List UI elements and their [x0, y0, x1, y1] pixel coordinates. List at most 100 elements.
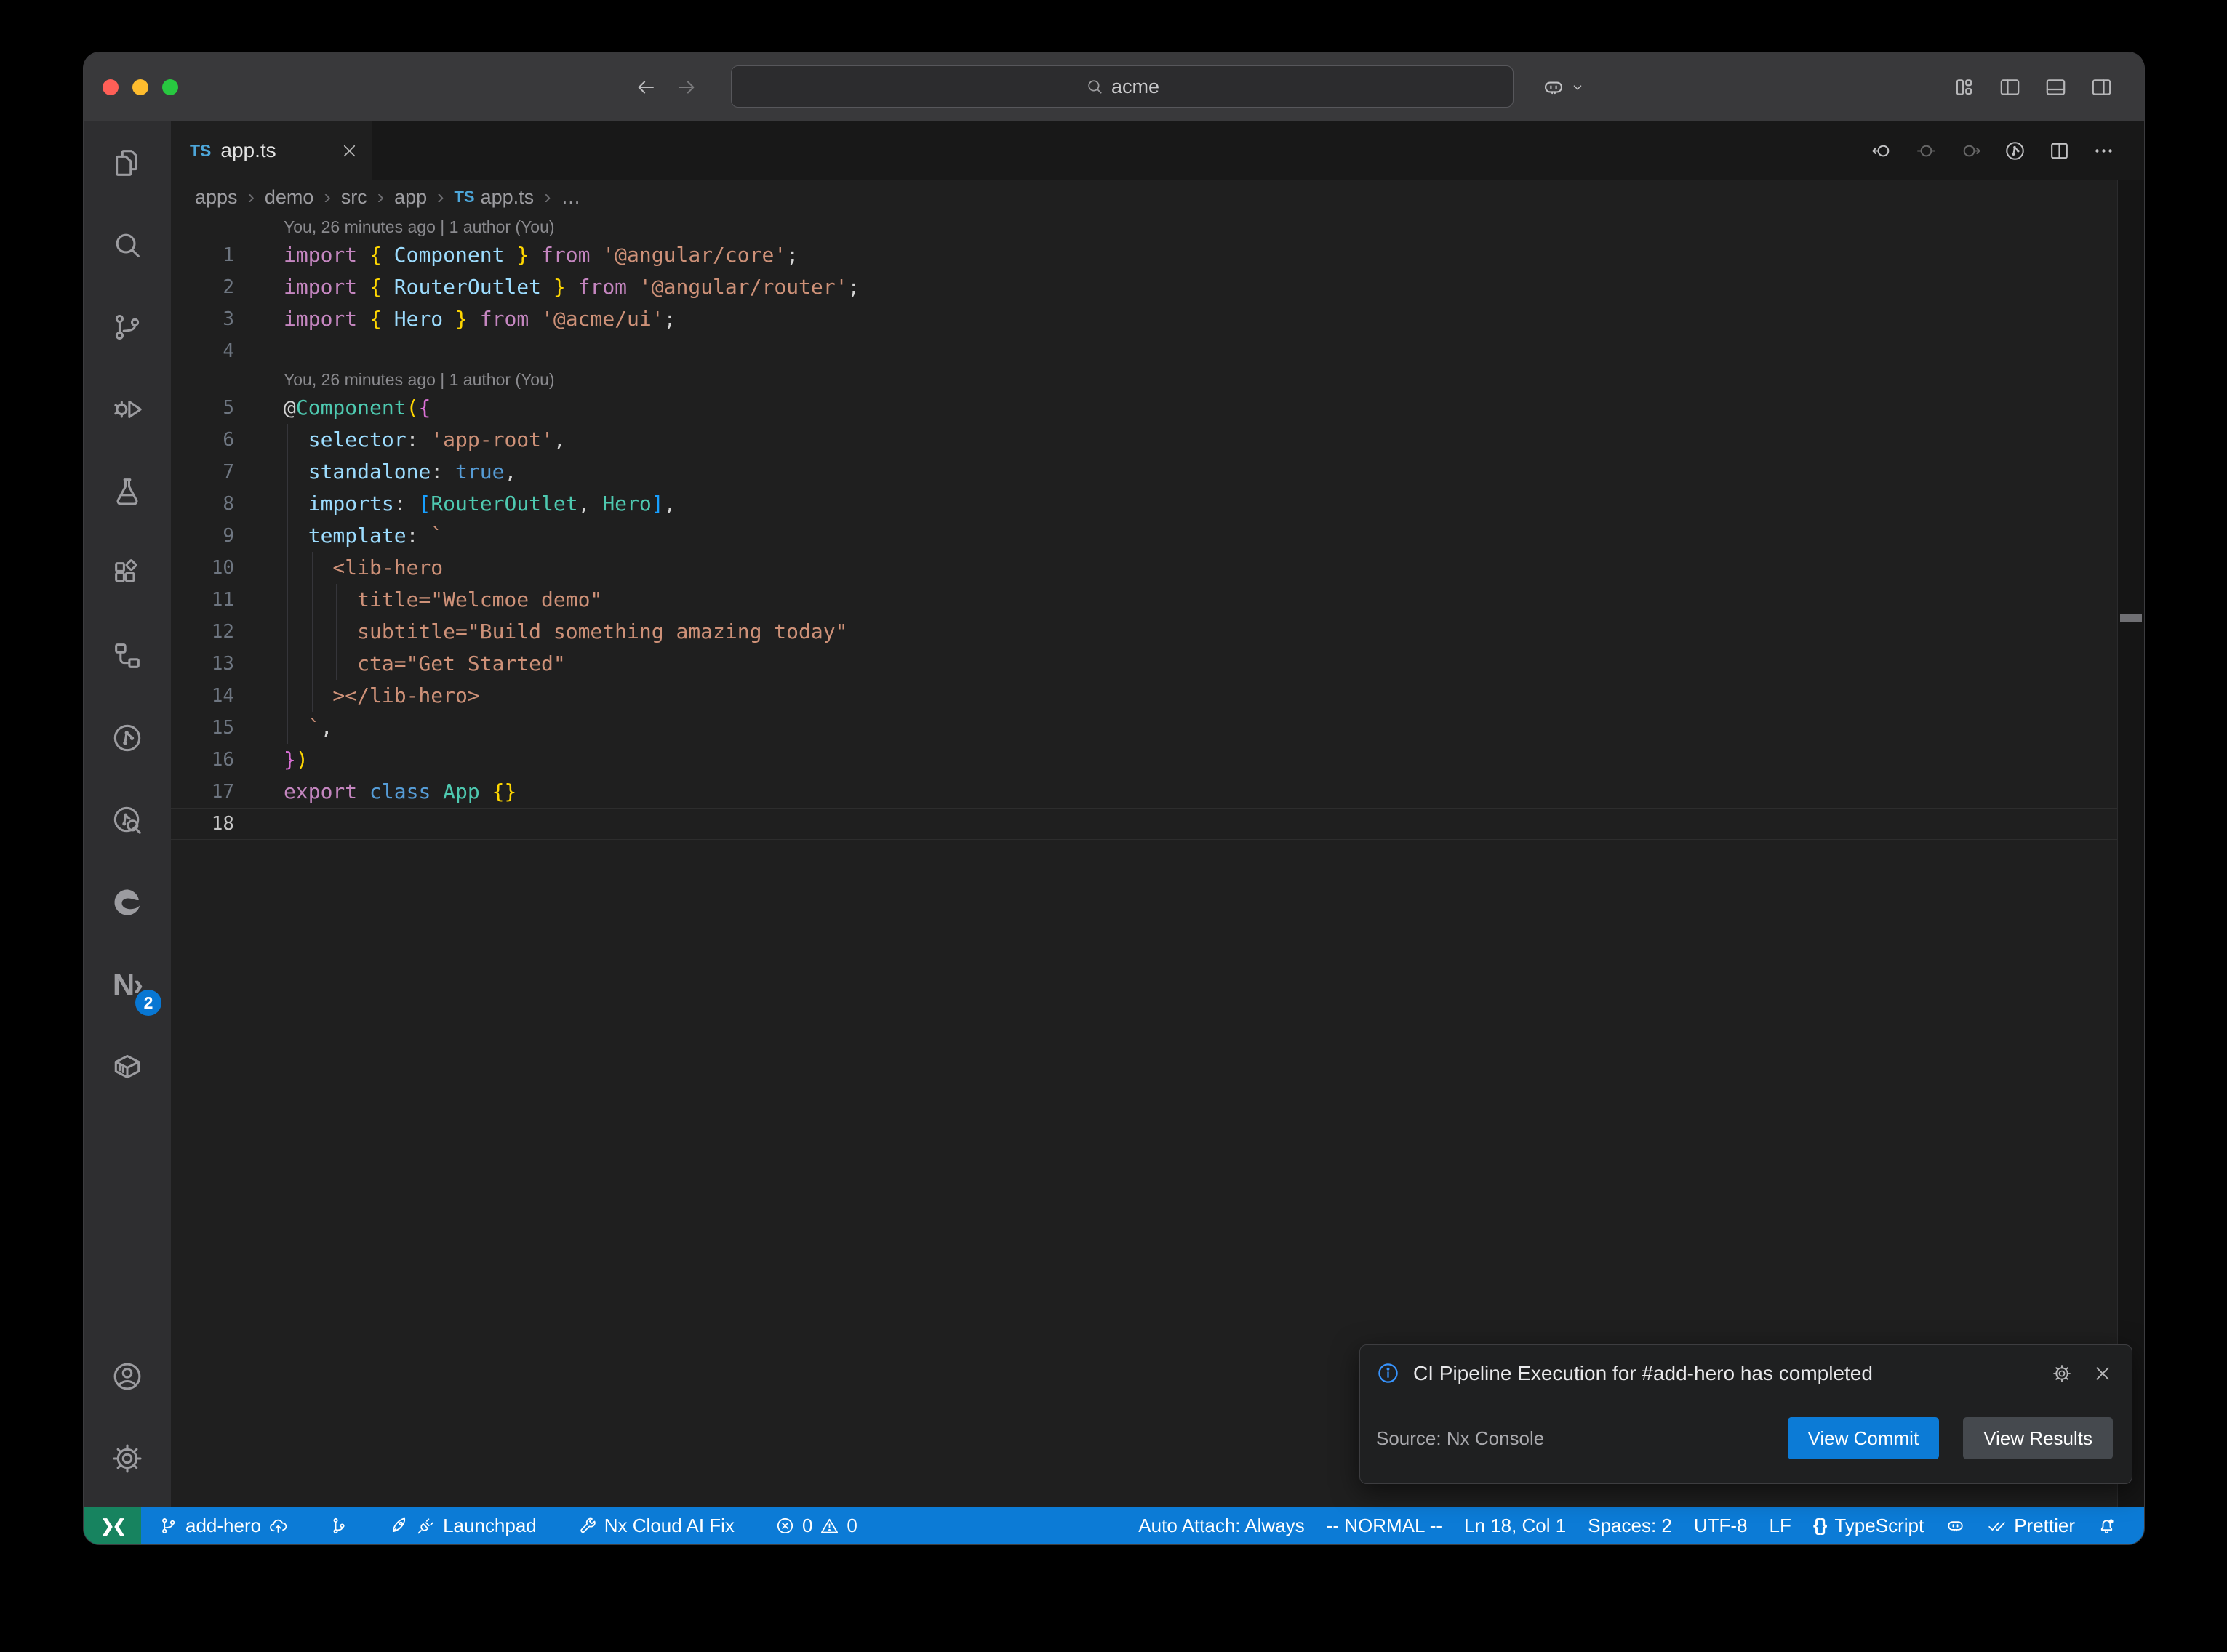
line-number: 10	[171, 552, 284, 584]
activity-item-explorer[interactable]	[84, 121, 171, 204]
activity-item-search-commits[interactable]	[84, 779, 171, 861]
breadcrumb-item[interactable]: demo	[265, 186, 314, 209]
toggle-panel-icon[interactable]	[2044, 75, 2068, 99]
split-editor-icon[interactable]	[2048, 140, 2071, 162]
notification-footer: Source: Nx Console View Commit View Resu…	[1376, 1416, 2113, 1460]
status-item-eol[interactable]: LF	[1770, 1515, 1791, 1537]
code-line-1[interactable]: 1import { Component } from '@angular/cor…	[171, 239, 2144, 271]
status-item-git-branch[interactable]: add-hero	[159, 1515, 288, 1537]
code-line-10[interactable]: 10 <lib-hero	[171, 552, 2144, 584]
status-item-formatter[interactable]: Prettier	[1987, 1515, 2075, 1537]
code-line-11[interactable]: 11 title="Welcmoe demo"	[171, 584, 2144, 616]
activity-item-commit-graph[interactable]	[84, 697, 171, 779]
rocket-icon	[389, 1516, 409, 1536]
code-line-13[interactable]: 13 cta="Get Started"	[171, 648, 2144, 680]
code-line-2[interactable]: 2import { RouterOutlet } from '@angular/…	[171, 271, 2144, 303]
breadcrumb-item[interactable]: …	[561, 186, 581, 209]
navigate-forward-icon[interactable]	[1959, 140, 1982, 162]
editor-scrollbar[interactable]	[2117, 180, 2144, 1507]
activity-item-extensions[interactable]	[84, 532, 171, 614]
code-line-15[interactable]: 15 `,	[171, 712, 2144, 744]
view-results-button[interactable]: View Results	[1963, 1417, 2113, 1459]
activity-item-containers[interactable]	[84, 1025, 171, 1107]
history-forward-icon[interactable]	[676, 76, 697, 98]
code-line-8[interactable]: 8 imports: [RouterOutlet, Hero],	[171, 488, 2144, 520]
status-item-copilot-status[interactable]	[1946, 1516, 1965, 1536]
notification-close-icon[interactable]	[2092, 1363, 2113, 1384]
status-item-remote-indicator[interactable]: ❯❮	[84, 1507, 141, 1544]
status-item-encoding[interactable]: UTF-8	[1694, 1515, 1748, 1537]
toggle-primary-sidebar-icon[interactable]	[1998, 75, 2022, 99]
code-line-3[interactable]: 3import { Hero } from '@acme/ui';	[171, 303, 2144, 335]
indent-guide	[287, 424, 288, 456]
more-actions-icon[interactable]	[2092, 140, 2115, 162]
code-line-9[interactable]: 9 template: `	[171, 520, 2144, 552]
git-blame-annotation[interactable]: You, 26 minutes ago | 1 author (You)	[171, 367, 2144, 392]
activity-item-edge-tools[interactable]	[84, 861, 171, 943]
code-line-7[interactable]: 7 standalone: true,	[171, 456, 2144, 488]
breadcrumb-item[interactable]: app	[394, 186, 427, 209]
status-item-nx-cloud-ai-fix[interactable]: Nx Cloud AI Fix	[577, 1515, 735, 1537]
commit-graph-icon[interactable]	[2004, 140, 2026, 162]
status-item-problems[interactable]: 00	[775, 1515, 857, 1537]
status-text: Prettier	[2014, 1515, 2075, 1537]
activity-item-source-control[interactable]	[84, 286, 171, 368]
activity-item-testing[interactable]	[84, 450, 171, 532]
search-icon	[111, 228, 144, 262]
code-line-content: import { Hero } from '@acme/ui';	[284, 303, 2144, 335]
status-item-launchpad[interactable]: Launchpad	[389, 1515, 537, 1537]
breadcrumb-item[interactable]: src	[341, 186, 367, 209]
code-editor[interactable]: You, 26 minutes ago | 1 author (You)1imp…	[171, 214, 2144, 1507]
activity-item-run-and-debug[interactable]	[84, 368, 171, 450]
command-center-search[interactable]: acme	[731, 65, 1514, 108]
status-item-auto-attach[interactable]: Auto Attach: Always	[1138, 1515, 1304, 1537]
activity-item-hierarchy[interactable]	[84, 614, 171, 697]
tab-app-ts[interactable]: TS app.ts	[171, 121, 372, 180]
code-line-14[interactable]: 14 ></lib-hero>	[171, 680, 2144, 712]
account-icon	[111, 1360, 144, 1393]
navigate-back-icon[interactable]	[1871, 140, 1893, 162]
code-line-5[interactable]: 5@Component({	[171, 392, 2144, 424]
close-window-button[interactable]	[103, 79, 119, 95]
activity-item-settings[interactable]	[84, 1417, 171, 1499]
flow-icon	[111, 639, 144, 673]
overview-ruler-mark	[2120, 614, 2142, 622]
activity-item-search[interactable]	[84, 204, 171, 286]
code-line-17[interactable]: 17export class App {}	[171, 776, 2144, 808]
branch-search-icon	[111, 803, 144, 837]
debug-icon	[111, 393, 144, 426]
copilot-menu[interactable]	[1542, 76, 1586, 99]
status-item-cursor-position[interactable]: Ln 18, Col 1	[1464, 1515, 1566, 1537]
close-tab-icon[interactable]	[340, 142, 359, 160]
code-line-16[interactable]: 16})	[171, 744, 2144, 776]
code-line-4[interactable]: 4	[171, 335, 2144, 367]
activity-item-accounts[interactable]	[84, 1335, 171, 1417]
minimize-window-button[interactable]	[132, 79, 148, 95]
breadcrumb-item[interactable]: apps	[195, 186, 238, 209]
code-line-12[interactable]: 12 subtitle="Build something amazing tod…	[171, 616, 2144, 648]
status-item-language-mode[interactable]: {}TypeScript	[1813, 1515, 1924, 1537]
code-line-content: <lib-hero	[284, 552, 2144, 584]
toggle-secondary-sidebar-icon[interactable]	[2090, 75, 2114, 99]
indent-guide	[287, 488, 288, 520]
status-item-vim-mode[interactable]: -- NORMAL --	[1327, 1515, 1442, 1537]
status-item-indentation[interactable]: Spaces: 2	[1588, 1515, 1672, 1537]
customize-layout-icon[interactable]	[1952, 75, 1976, 99]
history-back-icon[interactable]	[635, 76, 657, 98]
code-line-6[interactable]: 6 selector: 'app-root',	[171, 424, 2144, 456]
status-text: Spaces: 2	[1588, 1515, 1672, 1537]
view-commit-button[interactable]: View Commit	[1788, 1417, 1940, 1459]
status-bar-right: Auto Attach: Always -- NORMAL -- Ln 18, Co…	[1138, 1507, 2144, 1544]
notification-settings-icon[interactable]	[2052, 1363, 2072, 1384]
activity-item-nx-console[interactable]: N›2	[84, 943, 171, 1025]
current-position-icon[interactable]	[1915, 140, 1938, 162]
circled-branch-icon	[111, 721, 144, 755]
status-item-notifications[interactable]	[2097, 1516, 2116, 1536]
line-number: 12	[171, 616, 284, 648]
status-text: TypeScript	[1834, 1515, 1924, 1537]
zoom-window-button[interactable]	[162, 79, 178, 95]
code-line-18[interactable]: 18	[171, 808, 2144, 840]
git-blame-annotation[interactable]: You, 26 minutes ago | 1 author (You)	[171, 214, 2144, 239]
breadcrumb-item[interactable]: TSapp.ts	[454, 186, 534, 209]
status-item-commit-graph[interactable]	[329, 1516, 348, 1536]
